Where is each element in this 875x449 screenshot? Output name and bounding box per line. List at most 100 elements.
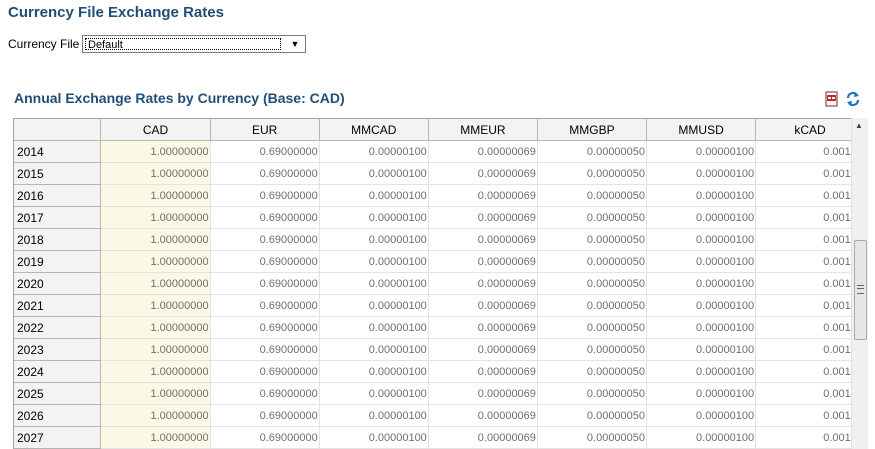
column-header[interactable]: MMGBP (537, 119, 648, 141)
rate-cell[interactable]: 0.00000069 (428, 426, 538, 449)
rate-cell[interactable]: 0.00000069 (428, 162, 538, 185)
rate-cell[interactable]: 0.00000100 (319, 206, 429, 229)
rate-cell[interactable]: 0.00000100 (646, 228, 757, 251)
column-header[interactable]: kCAD (755, 119, 865, 141)
rate-cell[interactable]: 0.00000069 (428, 404, 538, 427)
rate-cell[interactable]: 0.00000069 (428, 250, 538, 273)
rate-cell[interactable]: 0.00000069 (428, 338, 538, 361)
vertical-scrollbar[interactable]: ▲ (851, 118, 868, 449)
rate-cell[interactable]: 0.00100 (755, 316, 865, 339)
rate-cell[interactable]: 1.00000000 (100, 426, 211, 449)
rate-cell[interactable]: 0.00000050 (537, 382, 648, 405)
rate-cell[interactable]: 0.00000069 (428, 140, 538, 163)
rate-cell[interactable]: 0.69000000 (210, 316, 320, 339)
column-header[interactable]: EUR (210, 119, 320, 141)
rate-cell[interactable]: 1.00000000 (100, 184, 211, 207)
rate-cell[interactable]: 0.00000100 (646, 206, 757, 229)
rate-cell[interactable]: 0.00100 (755, 426, 865, 449)
rate-cell[interactable]: 0.00100 (755, 294, 865, 317)
rate-cell[interactable]: 0.00000100 (646, 250, 757, 273)
scroll-up-icon[interactable]: ▲ (855, 121, 863, 130)
rate-cell[interactable]: 1.00000000 (100, 382, 211, 405)
rate-cell[interactable]: 0.00000100 (646, 338, 757, 361)
rate-cell[interactable]: 0.69000000 (210, 162, 320, 185)
scrollbar-thumb[interactable] (854, 240, 867, 340)
rate-cell[interactable]: 0.00000069 (428, 360, 538, 383)
rate-cell[interactable]: 0.00000069 (428, 294, 538, 317)
rate-cell[interactable]: 0.00000069 (428, 228, 538, 251)
rate-cell[interactable]: 0.69000000 (210, 404, 320, 427)
rate-cell[interactable]: 0.69000000 (210, 360, 320, 383)
rate-cell[interactable]: 0.00000100 (646, 360, 757, 383)
rate-cell[interactable]: 0.00000050 (537, 184, 648, 207)
rate-cell[interactable]: 0.00000069 (428, 316, 538, 339)
rate-cell[interactable]: 0.00000069 (428, 184, 538, 207)
rate-cell[interactable]: 0.00000100 (319, 316, 429, 339)
rate-cell[interactable]: 0.00000100 (319, 228, 429, 251)
column-header[interactable]: MMEUR (428, 119, 538, 141)
rate-cell[interactable]: 0.00000100 (319, 426, 429, 449)
rate-cell[interactable]: 0.69000000 (210, 250, 320, 273)
rate-cell[interactable]: 0.00100 (755, 184, 865, 207)
rate-cell[interactable]: 0.00000100 (646, 426, 757, 449)
rate-cell[interactable]: 0.00000100 (319, 404, 429, 427)
rate-cell[interactable]: 1.00000000 (100, 272, 211, 295)
currency-file-select[interactable]: Default ▼ (82, 35, 306, 53)
rate-cell[interactable]: 0.00100 (755, 140, 865, 163)
rate-cell[interactable]: 1.00000000 (100, 338, 211, 361)
rate-cell[interactable]: 0.00100 (755, 162, 865, 185)
rate-cell[interactable]: 0.00000050 (537, 140, 648, 163)
rate-cell[interactable]: 0.00000100 (319, 162, 429, 185)
rate-cell[interactable]: 0.00000100 (319, 184, 429, 207)
rate-cell[interactable]: 1.00000000 (100, 140, 211, 163)
rate-cell[interactable]: 0.00000100 (646, 316, 757, 339)
refresh-icon[interactable] (845, 91, 861, 107)
rate-cell[interactable]: 0.69000000 (210, 294, 320, 317)
rate-cell[interactable]: 0.69000000 (210, 140, 320, 163)
rate-cell[interactable]: 1.00000000 (100, 162, 211, 185)
rate-cell[interactable]: 0.00000100 (646, 184, 757, 207)
rate-cell[interactable]: 0.00100 (755, 228, 865, 251)
rate-cell[interactable]: 0.00000100 (319, 382, 429, 405)
rate-cell[interactable]: 1.00000000 (100, 294, 211, 317)
rate-cell[interactable]: 0.00000100 (646, 382, 757, 405)
rate-cell[interactable]: 0.69000000 (210, 206, 320, 229)
rate-cell[interactable]: 0.00000100 (319, 250, 429, 273)
rate-cell[interactable]: 0.00000050 (537, 360, 648, 383)
rate-cell[interactable]: 0.00000050 (537, 316, 648, 339)
rate-cell[interactable]: 0.00000100 (319, 360, 429, 383)
rate-cell[interactable]: 0.00100 (755, 206, 865, 229)
rate-cell[interactable]: 0.69000000 (210, 184, 320, 207)
rate-cell[interactable]: 0.00000050 (537, 338, 648, 361)
rate-cell[interactable]: 0.69000000 (210, 382, 320, 405)
rate-cell[interactable]: 0.00000100 (319, 294, 429, 317)
rate-cell[interactable]: 0.00000100 (646, 162, 757, 185)
rate-cell[interactable]: 0.00000100 (319, 338, 429, 361)
rate-cell[interactable]: 0.00100 (755, 404, 865, 427)
rate-cell[interactable]: 0.00000050 (537, 250, 648, 273)
column-header[interactable]: MMCAD (319, 119, 429, 141)
rate-cell[interactable]: 0.00000050 (537, 228, 648, 251)
rate-cell[interactable]: 0.00000050 (537, 162, 648, 185)
rate-cell[interactable]: 0.00000069 (428, 382, 538, 405)
rate-cell[interactable]: 0.00100 (755, 272, 865, 295)
rate-cell[interactable]: 0.00000050 (537, 426, 648, 449)
rate-cell[interactable]: 0.00000050 (537, 206, 648, 229)
column-header[interactable]: CAD (100, 119, 211, 141)
rate-cell[interactable]: 0.00000100 (646, 294, 757, 317)
rate-cell[interactable]: 0.00000050 (537, 272, 648, 295)
column-header[interactable]: MMUSD (646, 119, 757, 141)
rate-cell[interactable]: 0.00100 (755, 360, 865, 383)
rate-cell[interactable]: 0.00000069 (428, 272, 538, 295)
rate-cell[interactable]: 0.00000100 (646, 272, 757, 295)
rate-cell[interactable]: 0.00100 (755, 338, 865, 361)
rate-cell[interactable]: 1.00000000 (100, 250, 211, 273)
rate-cell[interactable]: 1.00000000 (100, 206, 211, 229)
chevron-down-icon[interactable]: ▼ (287, 38, 303, 50)
rate-cell[interactable]: 1.00000000 (100, 404, 211, 427)
rate-cell[interactable]: 1.00000000 (100, 316, 211, 339)
rate-cell[interactable]: 0.69000000 (210, 228, 320, 251)
rate-cell[interactable]: 0.00000100 (646, 404, 757, 427)
rate-cell[interactable]: 1.00000000 (100, 228, 211, 251)
rate-cell[interactable]: 0.00100 (755, 382, 865, 405)
